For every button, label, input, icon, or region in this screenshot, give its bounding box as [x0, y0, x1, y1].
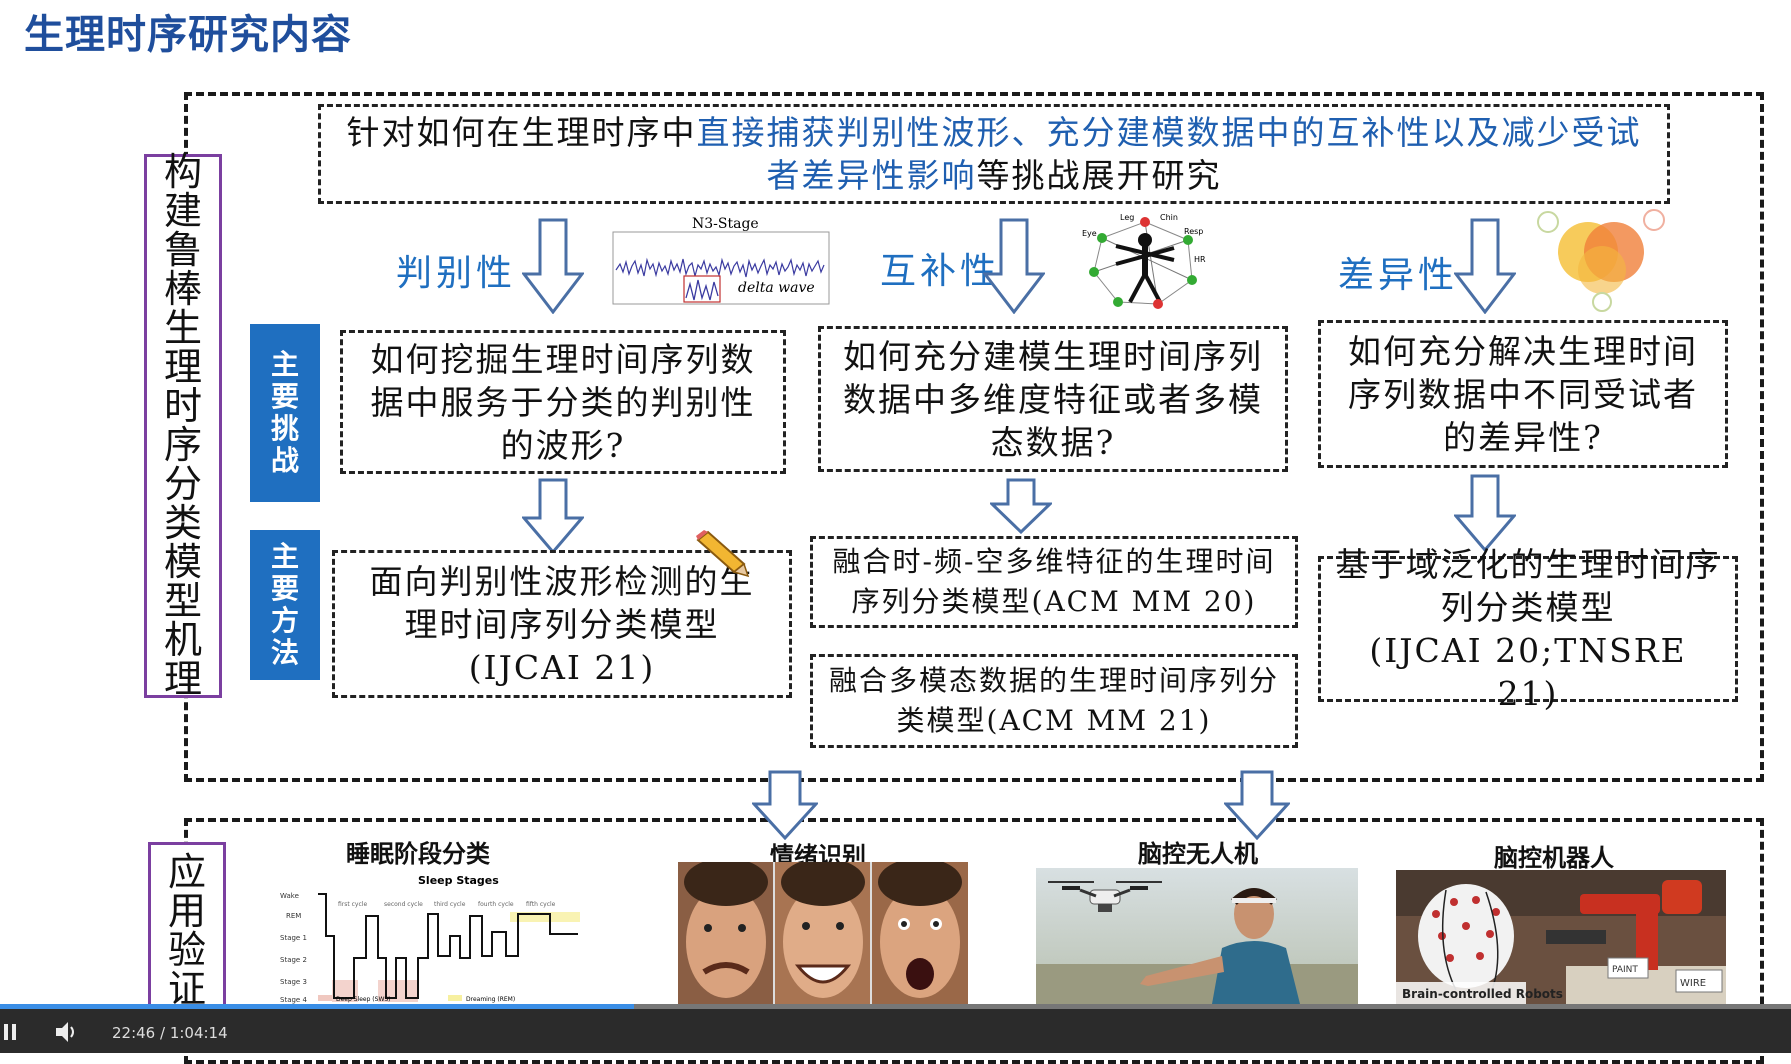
brain-controlled-robot-photo: PAINT WIRE Brain-controlled Robots — [1396, 870, 1726, 1004]
level-stage3: Stage 3 — [280, 978, 307, 986]
mechanism-label-char: 类 — [163, 501, 202, 545]
down-arrow-icon — [522, 218, 584, 314]
volume-icon[interactable] — [54, 1020, 80, 1044]
method-text: 融合时-频-空多维特征的生理时间序列分类模型(ACM MM 20) — [832, 545, 1276, 618]
pause-icon[interactable] — [2, 1022, 18, 1042]
brain-controlled-drone-photo — [1036, 868, 1358, 1004]
emotion-faces-photo — [678, 862, 968, 1004]
mechanism-label-char: 理 — [163, 657, 202, 701]
mechanism-label-char: 理 — [163, 345, 202, 389]
level-stage1: Stage 1 — [280, 934, 307, 942]
challenge-box-discriminative: 如何挖掘生理时间序列数据中服务于分类的判别性的波形? — [340, 330, 786, 474]
app-label-drone: 脑控无人机 — [1138, 840, 1258, 868]
application-label-char: 应 — [167, 850, 206, 894]
methods-label-char: 法 — [270, 636, 299, 669]
category-discriminative: 判别性 — [396, 253, 517, 294]
level-stage4: Stage 4 — [280, 996, 307, 1004]
methods-label-char: 要 — [270, 572, 299, 605]
page-title: 生理时序研究内容 — [24, 12, 352, 58]
mechanism-label-char: 生 — [163, 306, 202, 350]
n3-title: N3-Stage — [692, 216, 759, 232]
method-text: 融合多模态数据的生理时间序列分类模型(ACM MM 21) — [828, 664, 1279, 737]
method-box-multiview: 融合时-频-空多维特征的生理时间序列分类模型(ACM MM 20) — [810, 536, 1298, 628]
challenge-text: 如何充分建模生理时间序列数据中多维度特征或者多模态数据? — [843, 336, 1263, 462]
mechanism-label-char: 序 — [163, 423, 202, 467]
application-label-char: 用 — [167, 889, 206, 933]
down-arrow-icon — [1224, 770, 1290, 840]
cycle-label: second cycle — [384, 901, 423, 908]
cycle-label: fifth cycle — [526, 901, 556, 908]
body-label-resp: Resp — [1184, 227, 1203, 236]
pencil-icon — [696, 530, 750, 578]
legend-rem: Dreaming (REM) — [466, 996, 515, 1003]
down-arrow-icon — [1454, 474, 1516, 552]
cycle-label: third cycle — [434, 901, 466, 908]
method-venue: (IJCAI 20;TNSRE 21) — [1369, 631, 1687, 713]
challenge-text: 如何挖掘生理时间序列数据中服务于分类的判别性的波形? — [370, 339, 756, 465]
body-label-eye: Eye — [1082, 229, 1097, 238]
challenges-side-label: 主要挑战 — [250, 324, 320, 502]
challenge-box-complementary: 如何充分建模生理时间序列数据中多维度特征或者多模态数据? — [818, 326, 1288, 472]
level-rem: REM — [286, 912, 301, 920]
video-progress-fill[interactable] — [0, 1004, 634, 1009]
app-label-robot: 脑控机器人 — [1494, 844, 1614, 872]
level-stage2: Stage 2 — [280, 956, 307, 964]
methods-side-label: 主要方法 — [250, 530, 320, 680]
mechanism-label-char: 分 — [163, 462, 202, 506]
intro-prefix: 针对如何在生理时序中 — [346, 113, 697, 152]
mechanism-label-char: 构 — [163, 150, 202, 194]
down-arrow-icon — [752, 770, 818, 840]
research-intro-box: 针对如何在生理时序中直接捕获判别性波形、充分建模数据中的互补性以及减少受试者差异… — [318, 104, 1670, 204]
robot-sign-paint: PAINT — [1612, 965, 1638, 975]
method-text: 基于域泛化的生理时间序列分类模型 — [1335, 545, 1721, 627]
challenge-text: 如何充分解决生理时间序列数据中不同受试者的差异性? — [1348, 331, 1698, 457]
application-label-char: 验 — [167, 928, 206, 972]
mechanism-label-char: 模 — [163, 540, 202, 584]
subject-venn-figure — [1537, 209, 1665, 312]
method-box-multimodal: 融合多模态数据的生理时间序列分类模型(ACM MM 21) — [810, 654, 1298, 748]
down-arrow-icon — [1454, 218, 1516, 314]
down-arrow-icon — [983, 218, 1045, 314]
robot-caption: Brain-controlled Robots — [1402, 987, 1563, 1001]
method-box-domain-generalization: 基于域泛化的生理时间序列分类模型 (IJCAI 20;TNSRE 21) — [1318, 545, 1738, 713]
body-label-hr: HR — [1194, 255, 1206, 264]
n3-stage-eeg-figure: N3-Stage delta wave — [612, 216, 830, 305]
mechanism-label-char: 型 — [163, 579, 202, 623]
challenges-label-char: 战 — [270, 444, 299, 477]
mechanism-label-char: 棒 — [163, 267, 202, 311]
methods-label-char: 方 — [270, 604, 299, 637]
level-wake: Wake — [280, 892, 299, 900]
intro-suffix: 等挑战展开研究 — [976, 156, 1222, 195]
legend-deep-sleep: Deep Sleep (SWS) — [336, 996, 391, 1003]
mechanism-label-char: 机 — [163, 618, 202, 662]
challenges-label-char: 要 — [270, 380, 299, 413]
category-complementary: 互补性 — [880, 251, 1001, 292]
challenge-box-variability: 如何充分解决生理时间序列数据中不同受试者的差异性? — [1318, 320, 1728, 468]
methods-label-char: 主 — [270, 540, 299, 573]
mechanism-label: 构建鲁棒生理时序分类模型机理 — [144, 150, 222, 701]
cycle-label: fourth cycle — [478, 901, 514, 908]
challenges-label-char: 挑 — [270, 412, 299, 445]
video-time-readout: 22:46 / 1:04:14 — [112, 1024, 228, 1042]
category-variability: 差异性 — [1338, 255, 1459, 296]
cycle-label: first cycle — [338, 901, 367, 908]
mechanism-label-char: 鲁 — [163, 228, 202, 272]
app-label-sleep: 睡眠阶段分类 — [346, 840, 490, 868]
robot-sign-wire: WIRE — [1680, 978, 1706, 989]
hypnogram-title: Sleep Stages — [418, 874, 499, 887]
n3-caption: delta wave — [738, 280, 815, 296]
application-label: 应用验证 — [148, 842, 226, 1020]
video-progress-track[interactable] — [634, 1004, 1791, 1009]
body-label-chin: Chin — [1160, 213, 1178, 222]
mechanism-label-char: 建 — [163, 189, 202, 233]
sleep-hypnogram-figure: Sleep Stages Wake REM Stage 1 Stage 2 St… — [280, 874, 580, 1004]
challenges-label-char: 主 — [270, 348, 299, 381]
down-arrow-icon — [522, 478, 584, 554]
mechanism-label-char: 时 — [163, 384, 202, 428]
body-label-leg: Leg — [1120, 213, 1134, 222]
method-venue: (IJCAI 21) — [468, 647, 656, 687]
down-arrow-icon — [990, 478, 1052, 534]
video-control-bar — [0, 1004, 1791, 1053]
body-sensor-figure: Leg Chin Eye Resp HR — [1082, 213, 1206, 309]
